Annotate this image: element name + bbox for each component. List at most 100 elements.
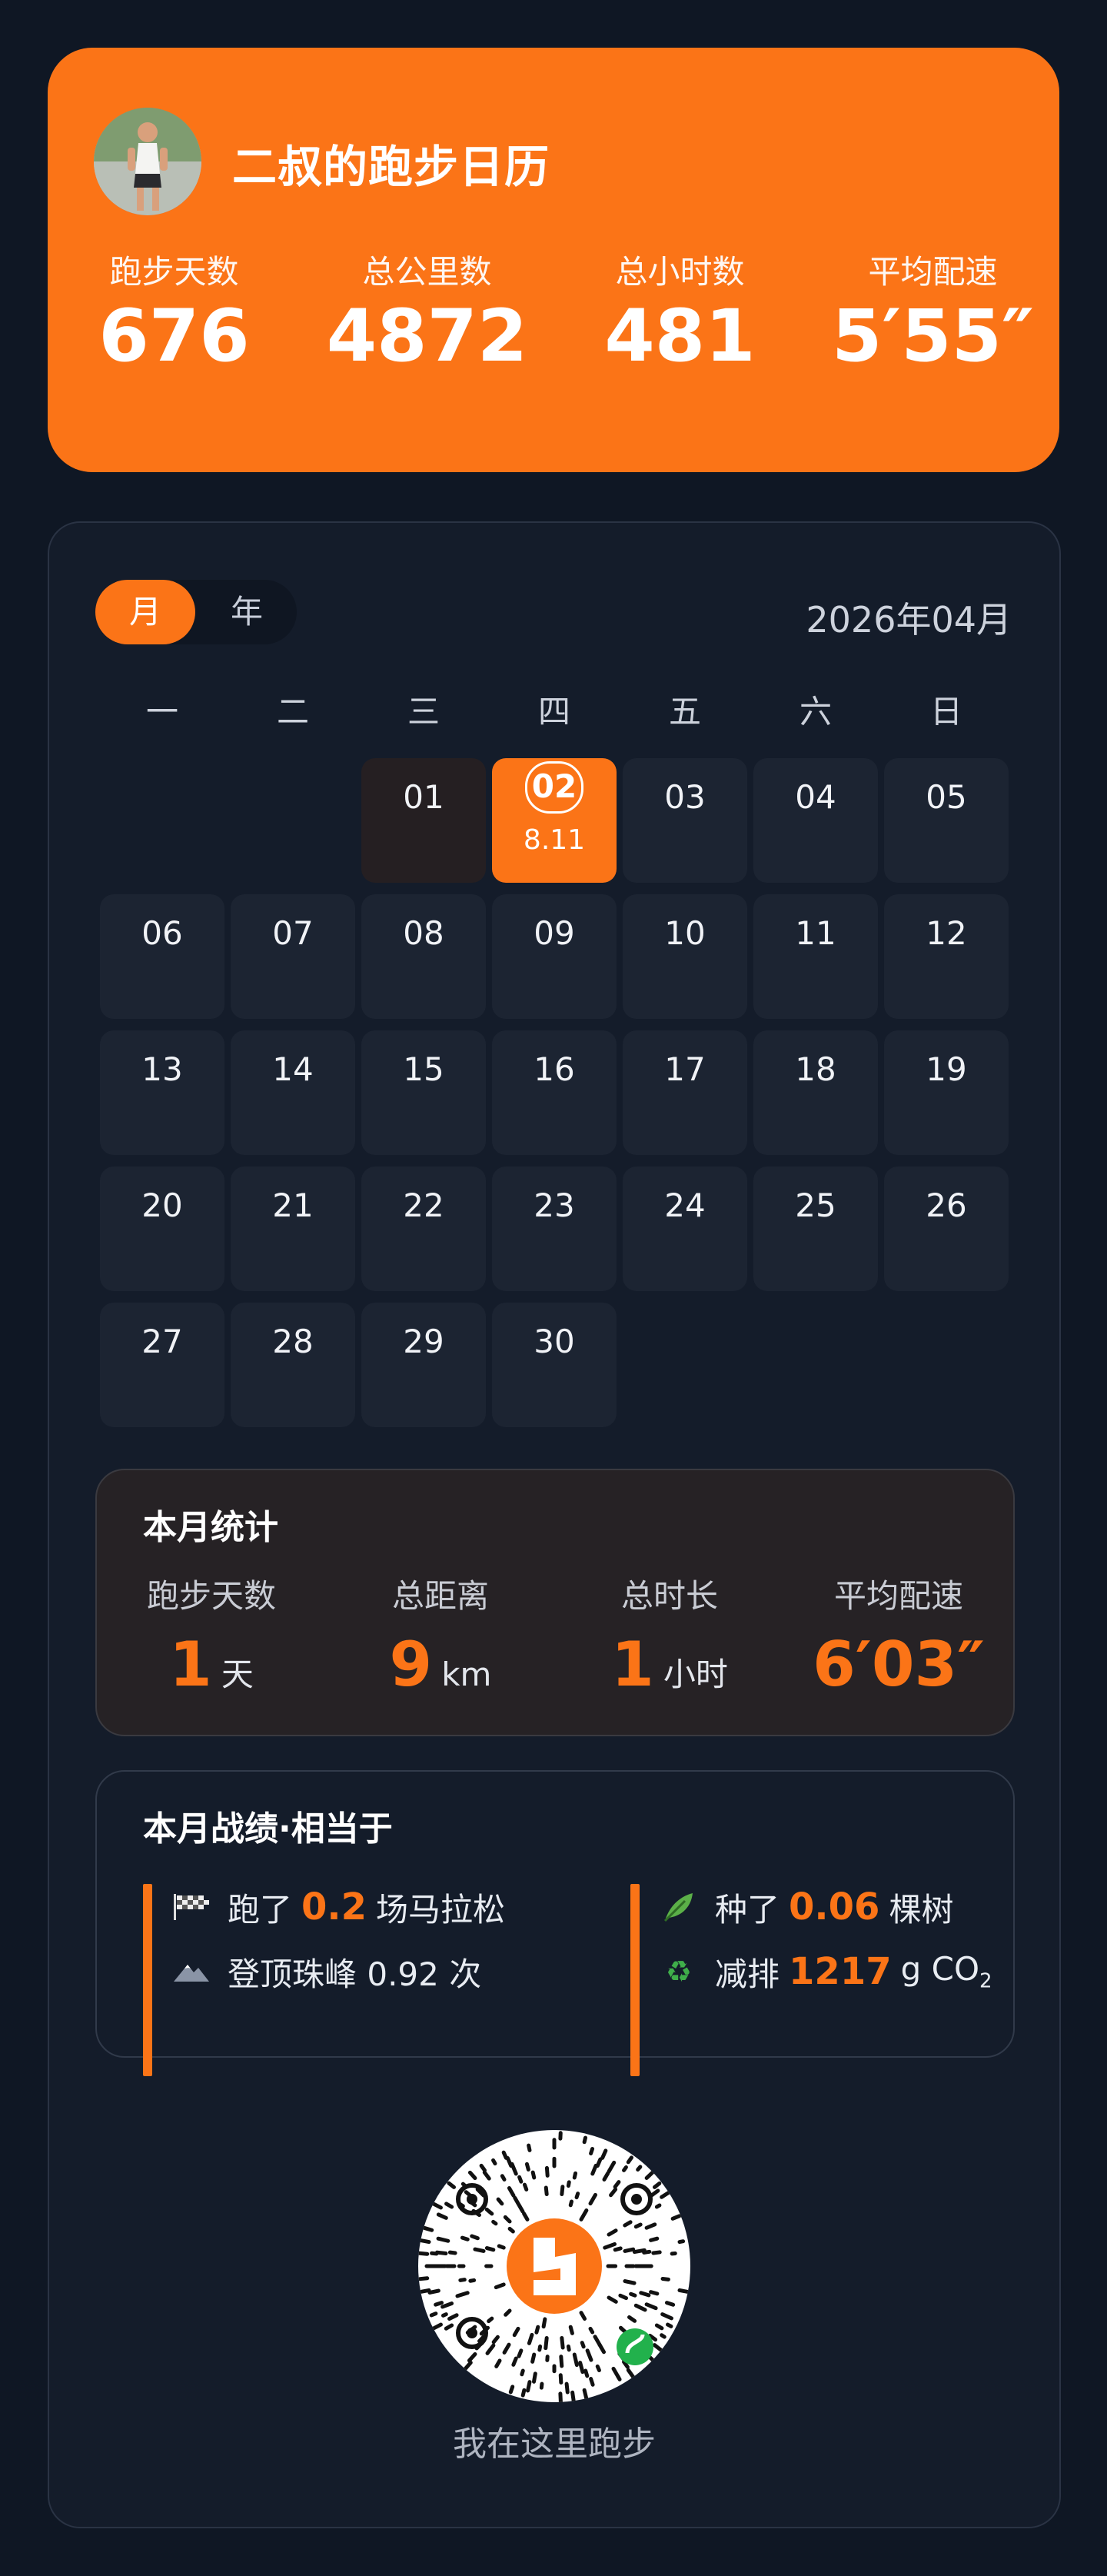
calendar-day[interactable]: 16 [492, 1030, 617, 1155]
calendar-day-number: 13 [141, 1050, 183, 1088]
calendar-day[interactable]: 18 [753, 1030, 878, 1155]
calendar-card: 月 年 2026年04月 一 二 三 四 五 六 日 01 02 8.11 03 04 0… [48, 521, 1061, 2528]
tab-year[interactable]: 年 [197, 580, 297, 644]
achievement-value: 0.06 [789, 1885, 880, 1929]
stat-value: 4872 [326, 295, 528, 378]
stat-label: 平均配速 [868, 253, 998, 291]
mountain-icon [172, 1955, 211, 1989]
calendar-day[interactable]: 22 [361, 1167, 486, 1291]
achievement-text: 登顶珠峰 0.92 次 [228, 1955, 482, 1993]
stat-value: 9 [389, 1629, 433, 1700]
achievements-panel: 本月战绩·相当于 跑了 0.2 场马拉松 登顶珠峰 0.92 次 种了 0.06… [95, 1770, 1015, 2076]
qr-caption: 我在这里跑步 [453, 2425, 656, 2464]
profile-header: 二叔的跑步日历 跑步天数 676 总公里数 4872 总小时数 481 平均配速… [48, 48, 1059, 472]
calendar-day-number: 06 [141, 914, 183, 952]
calendar-day[interactable]: 03 [623, 758, 747, 883]
calendar-day[interactable]: 12 [884, 894, 1009, 1019]
calendar-day[interactable]: 13 [100, 1030, 224, 1155]
calendar-day-number: 30 [534, 1323, 575, 1360]
monthly-stats-row: 跑步天数 1天 总距离 9 km 总时长 1 小时 平均配速 6′03″ [97, 1570, 1013, 1696]
calendar-day-number: 17 [664, 1050, 706, 1088]
calendar-day[interactable]: 27 [100, 1303, 224, 1427]
stat-label: 跑步天数 [146, 1577, 276, 1615]
calendar-day-number: 10 [664, 914, 706, 952]
calendar-day[interactable]: 20 [100, 1167, 224, 1291]
achievement-emission: ♻ 减排 1217 g CO2 [660, 1949, 992, 1995]
calendar-day[interactable]: 09 [492, 894, 617, 1019]
leaf-icon [660, 1890, 698, 1924]
calendar-day[interactable]: 06 [100, 894, 224, 1019]
monthly-stats-panel: 本月统计 跑步天数 1天 总距离 9 km 总时长 1 小时 平均配速 6′03″ [95, 1469, 1015, 1736]
achievement-value: 1217 [789, 1950, 892, 1993]
calendar-day-number: 29 [403, 1323, 444, 1360]
monthly-stat-distance: 总距离 9 km [326, 1570, 555, 1696]
calendar-day[interactable]: 07 [231, 894, 355, 1019]
recycle-icon: ♻ [665, 1955, 693, 1989]
checkered-flag-icon [172, 1890, 211, 1924]
calendar-day-number: 24 [664, 1186, 706, 1224]
calendar-day[interactable]: 15 [361, 1030, 486, 1155]
overall-stats: 跑步天数 676 总公里数 4872 总小时数 481 平均配速 5′55″ [48, 246, 1059, 373]
weekday-label: 五 [668, 693, 701, 731]
calendar-day[interactable]: 26 [884, 1167, 1009, 1291]
achievement-marathon: 跑了 0.2 场马拉松 [172, 1884, 505, 1930]
calendar-day-number: 07 [272, 914, 314, 952]
calendar-day-number: 08 [403, 914, 444, 952]
stat-unit: 天 [221, 1656, 254, 1693]
month-selector[interactable]: 2026年04月 [806, 592, 1012, 643]
calendar-day-number: 09 [534, 914, 575, 952]
stat-value: 1 [611, 1629, 654, 1700]
runner-photo [94, 108, 201, 215]
stat-label: 总公里数 [362, 253, 492, 291]
achievement-trees: 种了 0.06 棵树 [660, 1884, 953, 1930]
stat-label: 总时长 [620, 1577, 718, 1615]
calendar-day[interactable]: 28 [231, 1303, 355, 1427]
calendar-day[interactable]: 11 [753, 894, 878, 1019]
avatar[interactable] [94, 108, 201, 215]
calendar-day-number: 01 [403, 778, 444, 816]
page-title: 二叔的跑步日历 [232, 141, 550, 193]
calendar-day[interactable]: 02 8.11 [492, 758, 617, 883]
calendar-day[interactable]: 04 [753, 758, 878, 883]
calendar-day[interactable]: 14 [231, 1030, 355, 1155]
stat-label: 总小时数 [615, 253, 745, 291]
calendar-day[interactable]: 25 [753, 1167, 878, 1291]
calendar-day-number: 18 [795, 1050, 836, 1088]
calendar-day-number: 25 [795, 1186, 836, 1224]
monthly-stat-duration: 总时长 1 小时 [555, 1570, 784, 1696]
calendar-day[interactable]: 08 [361, 894, 486, 1019]
calendar-day-number: 03 [664, 778, 706, 816]
calendar-day-number: 16 [534, 1050, 575, 1088]
calendar-day[interactable]: 24 [623, 1167, 747, 1291]
stat-value: 1 [169, 1629, 212, 1700]
calendar-day[interactable]: 21 [231, 1167, 355, 1291]
weekday-label: 日 [929, 693, 962, 731]
weekday-label: 六 [799, 693, 832, 731]
calendar-day[interactable]: 10 [623, 894, 747, 1019]
stat-label: 总距离 [391, 1577, 489, 1615]
calendar-day[interactable]: 30 [492, 1303, 617, 1427]
calendar-day-number: 28 [272, 1323, 314, 1360]
weekday-label: 二 [276, 693, 309, 731]
tab-month[interactable]: 月 [95, 580, 195, 644]
calendar-day[interactable]: 23 [492, 1167, 617, 1291]
stat-label: 平均配速 [833, 1577, 963, 1615]
co2-label: g CO [900, 1950, 980, 1989]
stat-value: 6′03″ [813, 1629, 985, 1700]
monthly-stat-pace: 平均配速 6′03″ [784, 1570, 1013, 1696]
calendar-day[interactable]: 17 [623, 1030, 747, 1155]
calendar-day[interactable]: 05 [884, 758, 1009, 883]
calendar-day[interactable]: 01 [361, 758, 486, 883]
weekday-label: 一 [145, 693, 178, 731]
stat-value: 481 [604, 295, 756, 378]
calendar-day-number: 21 [272, 1186, 314, 1224]
calendar-day-number: 02 [525, 761, 583, 814]
calendar-day[interactable]: 19 [884, 1030, 1009, 1155]
page: 二叔的跑步日历 跑步天数 676 总公里数 4872 总小时数 481 平均配速… [0, 0, 1107, 2576]
calendar-day-number: 22 [403, 1186, 444, 1224]
calendar-day-number: 04 [795, 778, 836, 816]
mini-program-qr-code[interactable] [418, 2130, 690, 2402]
weekday-label: 四 [537, 693, 570, 731]
calendar-day[interactable]: 29 [361, 1303, 486, 1427]
achievement-value: 0.2 [301, 1885, 367, 1929]
